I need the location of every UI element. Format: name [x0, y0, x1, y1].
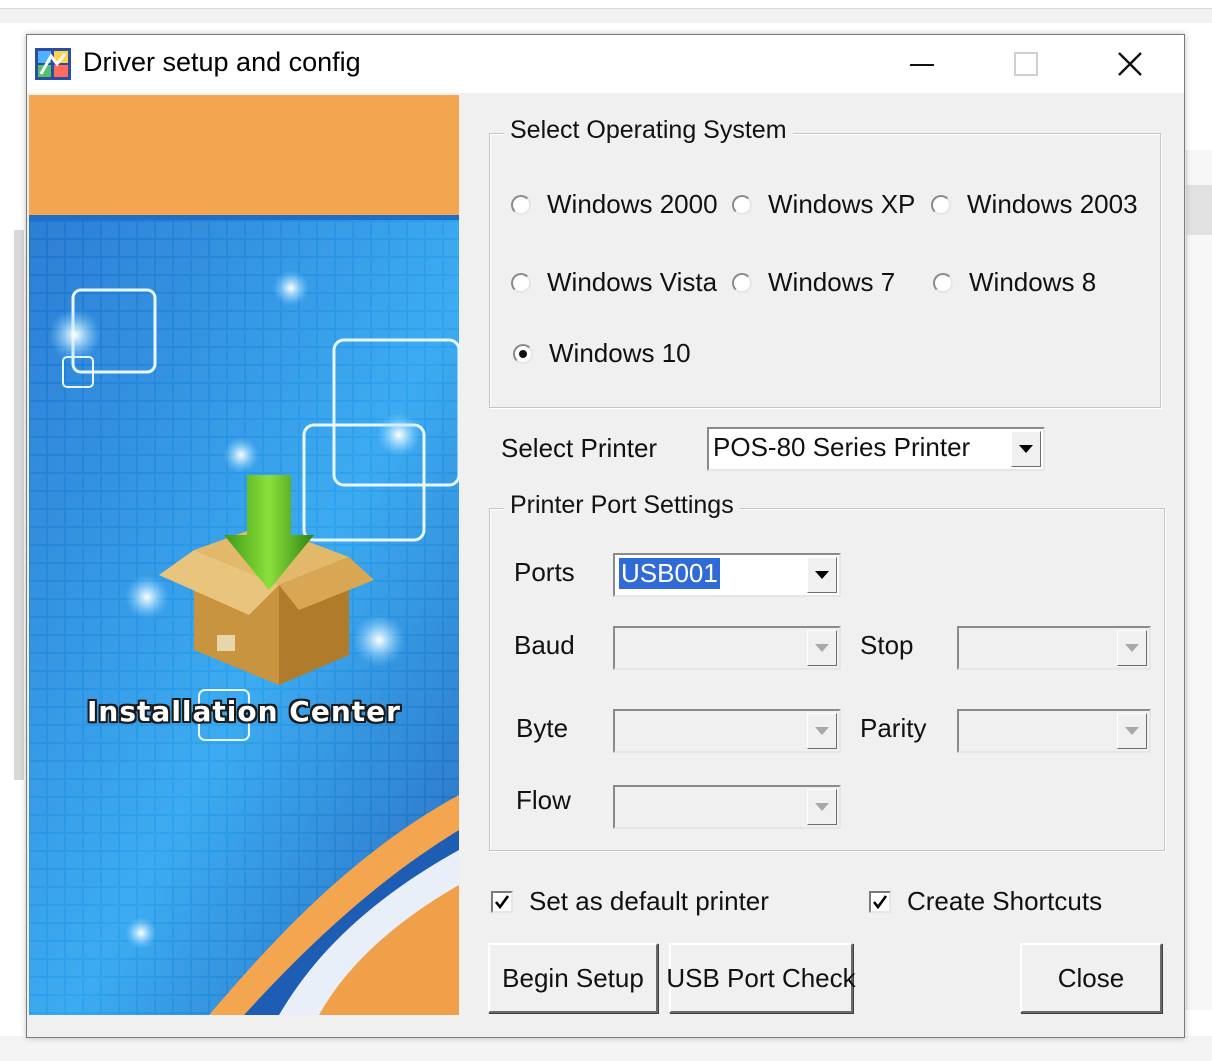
checkmark-icon: [872, 894, 888, 909]
radio-label: Windows 7: [768, 267, 896, 297]
baud-dropdown[interactable]: [613, 626, 841, 670]
flow-label: Flow: [516, 785, 571, 815]
radio-label: Windows 8: [969, 267, 1097, 297]
ports-dropdown-value: USB001: [619, 558, 720, 589]
port-group-title: Printer Port Settings: [504, 491, 740, 520]
dropdown-arrow-button[interactable]: [807, 789, 837, 825]
radio-circle[interactable]: [511, 272, 531, 293]
background-app-scrollbar-left: [14, 230, 24, 780]
radio-label: Windows 2000: [547, 189, 718, 219]
create-shortcuts-checkbox[interactable]: Create Shortcuts: [869, 886, 1102, 917]
chevron-down-icon: [815, 727, 829, 735]
background-app-edge: [0, 8, 1212, 23]
chevron-down-icon: [1019, 445, 1033, 453]
chevron-down-icon: [815, 803, 829, 811]
background-app-footer: [0, 1036, 1212, 1061]
dropdown-arrow-button[interactable]: [807, 557, 837, 593]
minimize-button[interactable]: [870, 35, 974, 93]
checkbox-label: Create Shortcuts: [907, 886, 1103, 916]
installer-app-icon: [35, 48, 71, 80]
radio-windows-7[interactable]: Windows 7: [732, 267, 895, 298]
parity-dropdown[interactable]: [957, 709, 1151, 753]
radio-label: Windows 10: [549, 338, 691, 368]
default-printer-checkbox[interactable]: Set as default printer: [491, 886, 769, 917]
radio-label: Windows 2003: [967, 189, 1138, 219]
byte-dropdown[interactable]: [613, 709, 841, 753]
close-icon: [1118, 52, 1142, 76]
close-window-button[interactable]: [1078, 35, 1182, 93]
background-app-scrollbar: [1186, 185, 1212, 235]
banner-title: Installation Center: [87, 695, 401, 728]
radio-circle[interactable]: [931, 194, 951, 215]
radio-circle[interactable]: [732, 194, 752, 215]
radio-windows-10[interactable]: Windows 10: [513, 338, 691, 369]
window-title: Driver setup and config: [83, 47, 361, 77]
radio-windows-8[interactable]: Windows 8: [933, 267, 1096, 298]
usb-port-check-button[interactable]: USB Port Check: [666, 943, 856, 1013]
stop-label: Stop: [860, 630, 914, 660]
background-app-panel: [1186, 150, 1212, 1010]
chevron-down-icon: [1125, 727, 1139, 735]
title-bar[interactable]: Driver setup and config: [27, 35, 1184, 93]
byte-label: Byte: [516, 713, 569, 743]
radio-windows-2003[interactable]: Windows 2003: [931, 189, 1138, 220]
ports-dropdown[interactable]: USB001: [613, 553, 841, 597]
maximize-button[interactable]: [974, 35, 1078, 93]
maximize-icon: [1014, 52, 1038, 76]
radio-circle[interactable]: [732, 272, 752, 293]
banner-artwork: [29, 95, 459, 1015]
radio-label: Windows XP: [768, 189, 916, 219]
select-printer-label: Select Printer: [501, 433, 658, 463]
checkbox-label: Set as default printer: [529, 886, 769, 916]
chevron-down-icon: [1125, 644, 1139, 652]
radio-selected-dot: [519, 349, 527, 358]
checkmark-icon: [494, 894, 510, 909]
radio-windows-xp[interactable]: Windows XP: [732, 189, 915, 220]
radio-windows-vista[interactable]: Windows Vista: [511, 267, 717, 298]
close-button[interactable]: Close: [1020, 943, 1162, 1013]
chevron-down-icon: [815, 571, 829, 579]
dropdown-arrow-button[interactable]: [1011, 431, 1041, 467]
chevron-down-icon: [815, 644, 829, 652]
radio-circle[interactable]: [511, 194, 531, 215]
dropdown-arrow-button[interactable]: [807, 713, 837, 749]
checkbox-box[interactable]: [869, 890, 891, 913]
parity-label: Parity: [860, 713, 927, 743]
dropdown-arrow-button[interactable]: [1117, 713, 1147, 749]
dropdown-arrow-button[interactable]: [807, 630, 837, 666]
os-group-title: Select Operating System: [504, 116, 793, 145]
radio-circle[interactable]: [513, 343, 533, 364]
radio-windows-2000[interactable]: Windows 2000: [511, 189, 718, 220]
checkbox-box[interactable]: [491, 890, 513, 913]
ports-label: Ports: [514, 557, 575, 587]
radio-circle[interactable]: [933, 272, 953, 293]
minimize-icon: [910, 64, 934, 66]
dropdown-arrow-button[interactable]: [1117, 630, 1147, 666]
stop-dropdown[interactable]: [957, 626, 1151, 670]
driver-setup-window: Driver setup and config Installation Cen…: [26, 34, 1185, 1038]
printer-dropdown-value: POS-80 Series Printer: [713, 432, 971, 462]
flow-dropdown[interactable]: [613, 785, 841, 829]
radio-label: Windows Vista: [547, 267, 718, 297]
begin-setup-button[interactable]: Begin Setup: [488, 943, 658, 1013]
printer-dropdown[interactable]: POS-80 Series Printer: [707, 427, 1045, 471]
installation-banner: Installation Center: [29, 95, 459, 1015]
baud-label: Baud: [514, 630, 575, 660]
